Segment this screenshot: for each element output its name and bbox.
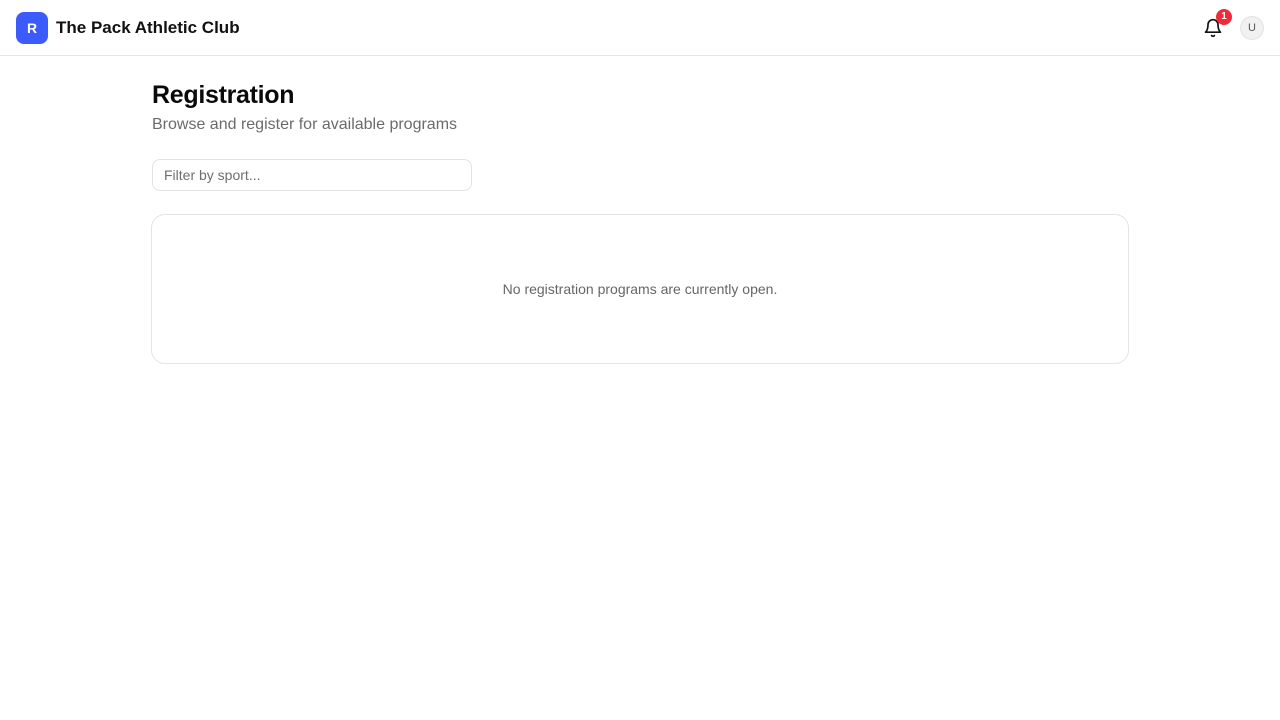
main-content: Registration Browse and register for ava… bbox=[151, 56, 1129, 364]
club-name[interactable]: The Pack Athletic Club bbox=[56, 18, 240, 38]
brand[interactable]: R The Pack Athletic Club bbox=[16, 11, 240, 44]
club-logo[interactable]: R bbox=[16, 11, 48, 44]
page-title: Registration bbox=[152, 81, 295, 109]
notification-count-badge: 1 bbox=[1216, 8, 1232, 25]
top-actions: 1 U bbox=[1200, 8, 1264, 41]
sport-filter-input[interactable] bbox=[152, 159, 472, 191]
empty-state-card: No registration programs are currently o… bbox=[151, 214, 1129, 364]
empty-state-message: No registration programs are currently o… bbox=[502, 281, 778, 297]
page-subtitle: Browse and register for available progra… bbox=[152, 116, 458, 133]
notifications-button[interactable]: 1 bbox=[1200, 8, 1232, 41]
top-navbar: R The Pack Athletic Club 1 U bbox=[0, 0, 1280, 56]
user-avatar[interactable]: U bbox=[1240, 15, 1264, 40]
